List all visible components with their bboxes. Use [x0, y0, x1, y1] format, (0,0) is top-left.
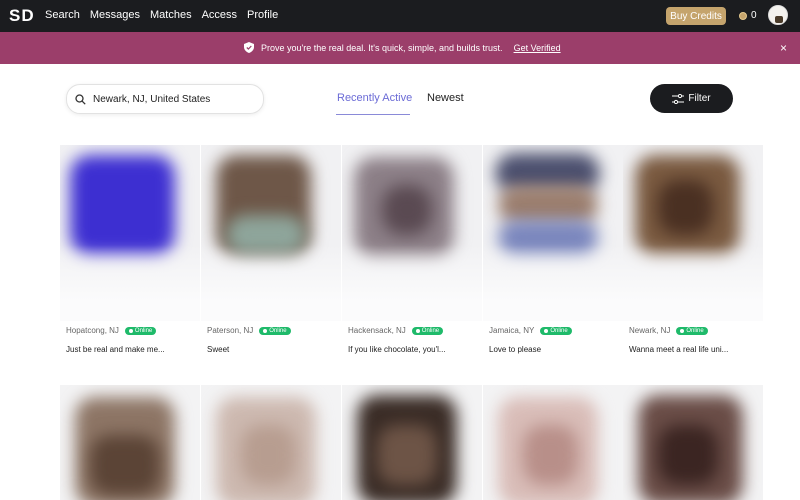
close-icon[interactable]: × [780, 41, 787, 55]
location-input[interactable] [91, 92, 255, 106]
profile-photo[interactable] [483, 145, 623, 321]
coin-icon [739, 11, 747, 20]
banner-message: Prove you're the real deal. It's quick, … [261, 42, 503, 53]
online-label: Online [686, 327, 704, 334]
credits-count: 0 [751, 10, 757, 21]
online-label: Online [421, 327, 440, 334]
profile-location: Jamaica, NY [489, 326, 535, 335]
profile-tagline: Wanna meet a real life uni... [629, 345, 729, 354]
profile-photo[interactable] [623, 385, 763, 500]
profile-photo[interactable] [342, 385, 482, 500]
profile-location: Paterson, NJ [207, 326, 254, 335]
location-search[interactable] [66, 84, 264, 114]
active-tab-underline [336, 114, 410, 115]
sliders-icon [672, 93, 685, 104]
credits-counter[interactable]: 0 [739, 10, 757, 21]
site-logo[interactable]: SD [9, 6, 35, 26]
nav-profile[interactable]: Profile [247, 9, 278, 21]
profile-location: Newark, NJ [629, 326, 671, 335]
tab-newest[interactable]: Newest [427, 92, 464, 104]
search-icon [75, 93, 86, 105]
top-navbar: SD Search Messages Matches Access Profil… [0, 0, 800, 32]
shield-check-icon [244, 42, 254, 53]
verification-banner: Prove you're the real deal. It's quick, … [0, 32, 800, 64]
profile-tagline: Just be real and make me... [66, 345, 165, 354]
profile-photo[interactable] [483, 385, 623, 500]
filter-label: Filter [688, 93, 711, 104]
filter-button[interactable]: Filter [650, 84, 733, 113]
profile-photo[interactable] [201, 385, 341, 500]
online-label: Online [134, 327, 153, 334]
profile-location: Hopatcong, NJ [66, 326, 119, 335]
online-label: Online [550, 327, 568, 334]
get-verified-link[interactable]: Get Verified [514, 43, 561, 53]
profile-tagline: Sweet [207, 345, 230, 354]
nav-search[interactable]: Search [45, 9, 80, 21]
profile-photo[interactable] [60, 145, 200, 321]
online-badge: Online [676, 326, 708, 335]
buy-credits-button[interactable]: Buy Credits [666, 7, 726, 25]
nav-matches[interactable]: Matches [150, 9, 192, 21]
profile-location: Hackensack, NJ [348, 326, 406, 335]
profile-tagline: Love to please [489, 345, 542, 354]
online-badge: Online [411, 326, 444, 335]
online-badge: Online [540, 326, 572, 335]
profile-photo[interactable] [342, 145, 482, 321]
profile-photo[interactable] [201, 145, 341, 321]
online-badge: Online [259, 326, 291, 335]
nav-access[interactable]: Access [202, 9, 237, 21]
profile-tagline: If you like chocolate, you'l... [348, 345, 446, 354]
nav-messages[interactable]: Messages [90, 9, 140, 21]
profile-photo[interactable] [60, 385, 200, 500]
main-nav: Search Messages Matches Access Profile [45, 9, 288, 21]
avatar-image [775, 16, 783, 23]
tab-recently-active[interactable]: Recently Active [337, 92, 412, 104]
profile-photo[interactable] [623, 145, 763, 321]
online-badge: Online [124, 326, 157, 335]
user-avatar[interactable] [768, 5, 788, 25]
online-label: Online [269, 327, 287, 334]
